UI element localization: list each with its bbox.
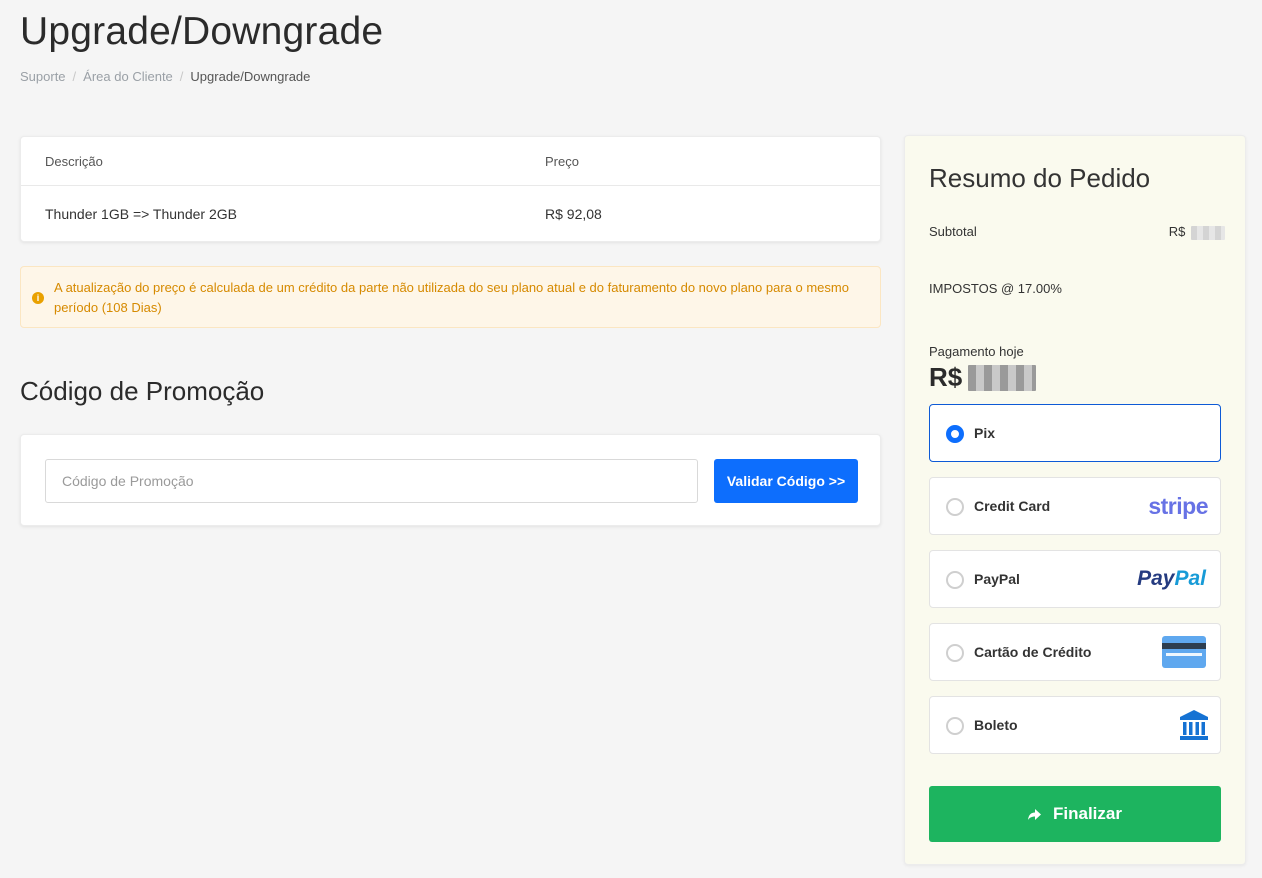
payment-method-paypal[interactable]: PayPal PayPal xyxy=(929,550,1221,608)
tax-row: IMPOSTOS @ 17.00% xyxy=(929,281,1225,296)
finalize-button[interactable]: Finalizar xyxy=(929,786,1221,842)
payment-method-credit-card[interactable]: Credit Card stripe xyxy=(929,477,1221,535)
pay-today-label: Pagamento hoje xyxy=(929,344,1024,359)
payment-method-cartao-de-credito[interactable]: Cartão de Crédito xyxy=(929,623,1221,681)
promo-section-title: Código de Promoção xyxy=(20,376,265,406)
payment-method-label: PayPal xyxy=(974,571,1020,587)
subtotal-value: R$ xyxy=(1169,224,1225,240)
subtotal-redacted-amount xyxy=(1191,225,1225,240)
breadcrumb-current: Upgrade/Downgrade xyxy=(190,69,311,84)
alert-text: A atualização do preço é calculada de um… xyxy=(54,280,849,315)
column-header-description: Descrição xyxy=(45,154,103,169)
payment-method-pix[interactable]: Pix xyxy=(929,404,1221,462)
subtotal-currency: R$ xyxy=(1168,224,1186,239)
column-header-price: Preço xyxy=(545,154,579,169)
order-summary: Resumo do Pedido Subtotal R$ IMPOSTOS @ … xyxy=(904,135,1246,865)
items-table: Descrição Preço Thunder 1GB => Thunder 2… xyxy=(20,136,881,242)
pay-today-redacted-amount xyxy=(968,364,1037,391)
share-arrow-icon xyxy=(1028,808,1042,820)
page-title: Upgrade/Downgrade xyxy=(20,10,384,53)
pay-today-amount: R$ xyxy=(929,362,1037,393)
payment-method-label: Boleto xyxy=(974,717,1018,733)
finalize-label: Finalizar xyxy=(1053,804,1122,823)
table-row: Thunder 1GB => Thunder 2GB R$ 92,08 xyxy=(21,186,880,242)
paypal-logo: PayPal xyxy=(1137,567,1206,590)
payment-method-label: Cartão de Crédito xyxy=(974,644,1092,660)
payment-method-label: Pix xyxy=(974,425,996,441)
cartao-radio[interactable] xyxy=(946,644,964,662)
payment-method-label: Credit Card xyxy=(974,498,1051,514)
subtotal-row: Subtotal R$ xyxy=(929,224,1225,240)
breadcrumb-separator: / xyxy=(72,69,77,84)
summary-title: Resumo do Pedido xyxy=(929,163,1151,193)
price-info-alert: i A atualização do preço é calculada de … xyxy=(20,266,881,328)
breadcrumb-area-do-cliente[interactable]: Área do Cliente xyxy=(83,69,173,84)
credit-card-icon xyxy=(1162,624,1220,680)
item-description: Thunder 1GB => Thunder 2GB xyxy=(45,206,237,222)
bank-icon xyxy=(1179,697,1220,753)
pix-radio[interactable] xyxy=(946,425,964,443)
item-price: R$ 92,08 xyxy=(545,206,602,222)
payment-method-boleto[interactable]: Boleto xyxy=(929,696,1221,754)
pay-today-currency: R$ xyxy=(929,362,963,392)
table-header: Descrição Preço xyxy=(21,137,880,186)
promo-code-input[interactable] xyxy=(45,459,698,503)
info-icon: i xyxy=(32,292,44,304)
subtotal-label: Subtotal xyxy=(929,224,977,240)
breadcrumb-separator: / xyxy=(179,69,184,84)
tax-label: IMPOSTOS @ 17.00% xyxy=(929,281,1062,296)
breadcrumb: Suporte / Área do Cliente / Upgrade/Down… xyxy=(20,69,310,84)
stripe-logo: stripe xyxy=(1148,492,1208,519)
paypal-radio[interactable] xyxy=(946,571,964,589)
promo-card: Validar Código >> xyxy=(20,434,881,526)
breadcrumb-suporte[interactable]: Suporte xyxy=(20,69,66,84)
validate-code-button[interactable]: Validar Código >> xyxy=(714,459,858,503)
credit-card-radio[interactable] xyxy=(946,498,964,516)
boleto-radio[interactable] xyxy=(946,717,964,735)
